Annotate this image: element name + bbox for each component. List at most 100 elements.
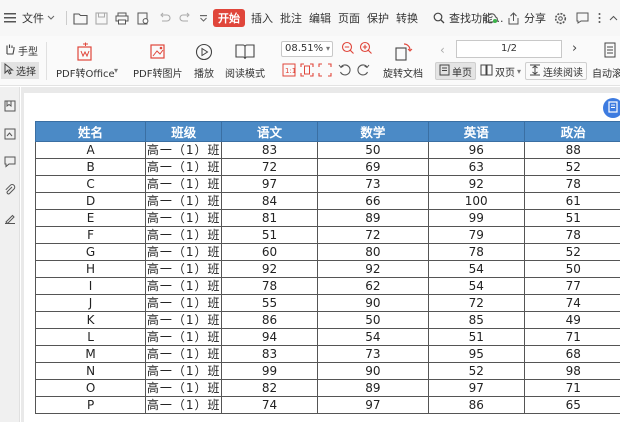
cell-politics: 77 (523, 277, 620, 295)
cell-english: 85 (427, 311, 525, 329)
share-icon (505, 10, 521, 26)
cell-class: 高一（1）班 (145, 328, 223, 346)
double-page-button[interactable]: 双页 ▾ (476, 62, 525, 80)
quick-access-dropdown-icon[interactable] (198, 10, 208, 26)
tab-page[interactable]: 页面 (338, 10, 360, 26)
collapse-ribbon-icon[interactable] (608, 10, 618, 26)
fit-width-icon[interactable] (318, 63, 332, 80)
cell-politics: 71 (523, 328, 620, 346)
save-icon[interactable] (93, 10, 109, 26)
rotate-document-button[interactable]: 旋转文档 (383, 42, 423, 80)
table-row: M 高一（1）班 83 73 95 68 (34, 345, 620, 363)
column-header-politics: 政治 (523, 121, 620, 142)
tab-convert[interactable]: 转换 (396, 10, 418, 26)
hand-icon (4, 43, 16, 58)
share-label: 分享 (524, 12, 546, 25)
file-menu[interactable]: 文件 (2, 10, 55, 26)
table-row: E 高一（1）班 81 89 99 51 (34, 209, 620, 227)
cell-name: J (34, 294, 147, 312)
read-mode-button[interactable]: 阅读模式 (225, 42, 265, 80)
table-row: J 高一（1）班 55 90 72 74 (34, 294, 620, 312)
table-row: A 高一（1）班 83 50 96 88 (34, 141, 620, 159)
cell-chinese: 92 (221, 260, 318, 278)
cell-math: 89 (316, 209, 429, 227)
bookmark-panel-icon[interactable] (3, 99, 17, 113)
cell-class: 高一（1）班 (145, 243, 223, 261)
fit-page-icon[interactable] (300, 63, 314, 80)
cell-politics: 65 (523, 396, 620, 414)
cell-chinese: 60 (221, 243, 318, 261)
cell-math: 66 (316, 192, 429, 210)
select-tool-button[interactable]: 选择 (1, 62, 39, 79)
next-page-icon[interactable]: › (572, 41, 577, 56)
rotate-right-icon[interactable] (356, 63, 370, 80)
cell-math: 92 (316, 260, 429, 278)
print-icon[interactable] (114, 10, 130, 26)
signature-panel-icon[interactable] (3, 211, 17, 225)
cell-politics: 52 (523, 158, 620, 176)
cell-english: 54 (427, 260, 525, 278)
tab-start[interactable]: 开始 (213, 9, 245, 27)
cloud-sync-icon[interactable] (483, 10, 499, 26)
cell-math: 89 (316, 379, 429, 397)
continuous-read-button[interactable]: 连续阅读 (525, 62, 587, 80)
cell-name: A (34, 141, 147, 159)
cell-class: 高一（1）班 (145, 192, 223, 210)
cell-politics: 51 (523, 209, 620, 227)
table-header-row: 姓名 班级 语文 数学 英语 政治 (34, 121, 620, 142)
actual-size-icon[interactable]: 1:1 (282, 63, 296, 80)
tab-edit[interactable]: 编辑 (309, 10, 331, 26)
single-page-button[interactable]: 单页 (435, 62, 476, 80)
cell-math: 73 (316, 345, 429, 363)
redo-icon[interactable] (177, 10, 193, 26)
cursor-icon (4, 62, 14, 78)
cell-chinese: 51 (221, 226, 318, 244)
zoom-in-icon[interactable] (359, 41, 373, 58)
comment-panel-icon[interactable] (3, 155, 17, 169)
pdf-to-office-button[interactable]: PDF转Office (56, 42, 115, 80)
pdf-to-image-button[interactable]: PDF转图片 (133, 42, 182, 80)
settings-gear-icon[interactable] (552, 10, 568, 26)
left-sidebar (0, 87, 20, 422)
cell-politics: 78 (523, 175, 620, 193)
zoom-input[interactable]: 08.51% ▾ (281, 41, 333, 57)
cell-chinese: 78 (221, 277, 318, 295)
hand-tool-button[interactable]: 手型 (4, 43, 38, 58)
cell-math: 73 (316, 175, 429, 193)
rotate-left-icon[interactable] (338, 63, 352, 80)
table-row: K 高一（1）班 86 50 85 49 (34, 311, 620, 329)
attachment-panel-icon[interactable] (3, 183, 17, 197)
cell-name: B (34, 158, 147, 176)
document-viewport[interactable]: 姓名 班级 语文 数学 英语 政治 A 高一（1）班 83 50 96 88 B 高一（1）班… (21, 87, 620, 422)
cell-chinese: 84 (221, 192, 318, 210)
page-number-input[interactable]: 1/2 (456, 40, 562, 58)
cell-politics: 50 (523, 260, 620, 278)
auto-scroll-button[interactable]: 自动滚 (592, 65, 620, 80)
floating-tool-button[interactable] (603, 98, 620, 118)
thumbnail-panel-icon[interactable] (3, 127, 17, 141)
cell-chinese: 81 (221, 209, 318, 227)
cell-chinese: 83 (221, 141, 318, 159)
single-page-label: 单页 (452, 67, 472, 79)
cell-class: 高一（1）班 (145, 277, 223, 295)
comment-icon[interactable] (574, 10, 590, 26)
prev-page-icon[interactable]: ‹ (440, 43, 445, 57)
chevron-down-icon[interactable]: ▾ (114, 66, 118, 75)
print-preview-icon[interactable] (135, 10, 151, 26)
more-vertical-icon[interactable] (596, 10, 602, 26)
cell-english: 99 (427, 209, 525, 227)
cell-english: 86 (427, 396, 525, 414)
tab-annotate[interactable]: 批注 (280, 10, 302, 26)
cell-chinese: 74 (221, 396, 318, 414)
book-icon (234, 42, 256, 62)
tab-insert[interactable]: 插入 (251, 10, 273, 26)
zoom-out-icon[interactable] (341, 41, 355, 58)
cell-politics: 68 (523, 345, 620, 363)
undo-icon[interactable] (156, 10, 172, 26)
play-button[interactable]: 播放 (193, 42, 215, 80)
share-button[interactable]: 分享 (505, 10, 546, 26)
tab-protect[interactable]: 保护 (367, 10, 389, 26)
menu-lines-icon[interactable] (604, 42, 616, 61)
cell-class: 高一（1）班 (145, 396, 223, 414)
open-folder-icon[interactable] (72, 10, 88, 26)
